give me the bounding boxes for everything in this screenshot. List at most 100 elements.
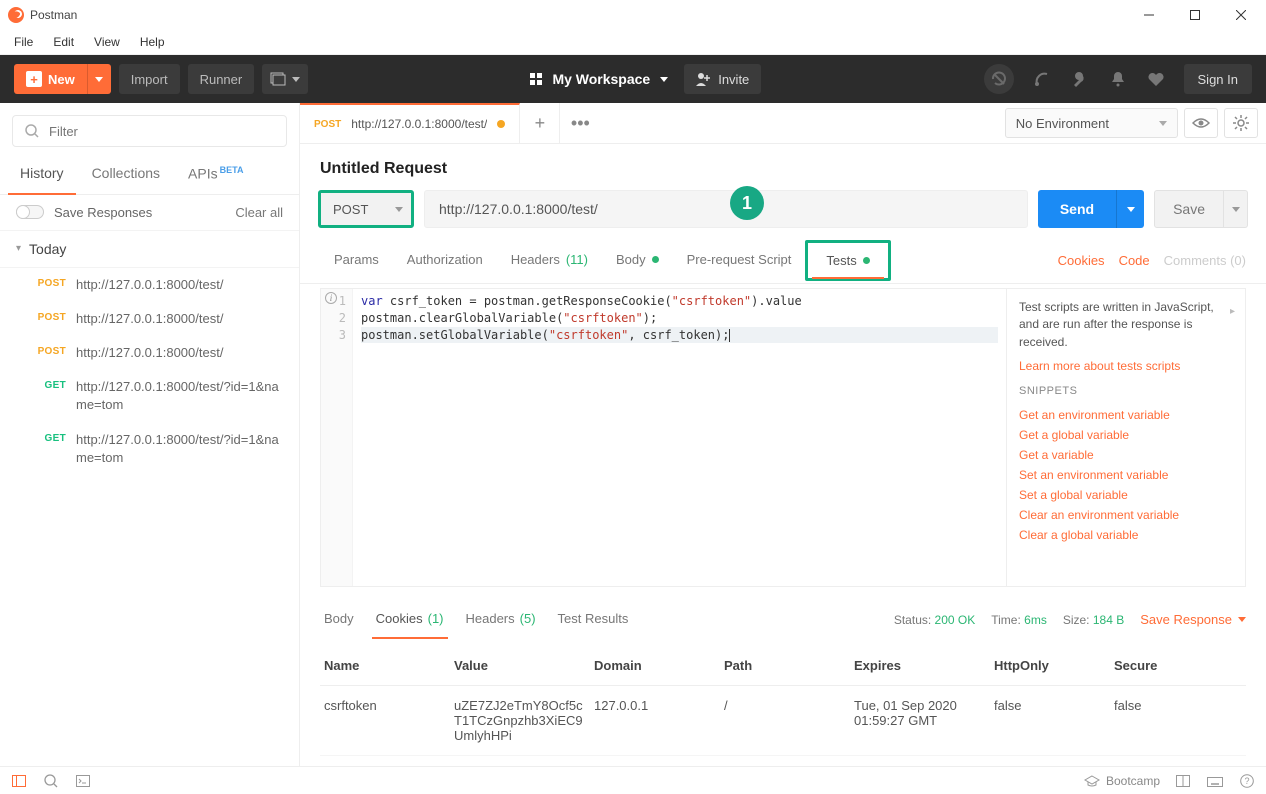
sidebar-tab-collections[interactable]: Collections — [78, 155, 174, 194]
response-tab-cookies[interactable]: Cookies(1) — [372, 601, 448, 638]
history-item-url: http://127.0.0.1:8000/test/ — [76, 276, 283, 294]
save-button[interactable]: Save — [1154, 190, 1224, 228]
code-link[interactable]: Code — [1119, 253, 1150, 268]
history-section-today[interactable]: ▾ Today — [0, 231, 299, 268]
sidebar-filter[interactable] — [12, 115, 287, 147]
history-item-method: GET — [32, 378, 66, 414]
eye-icon — [1192, 117, 1210, 129]
environment-preview-button[interactable] — [1184, 108, 1218, 138]
menu-file[interactable]: File — [6, 32, 41, 52]
tab-body[interactable]: Body — [602, 240, 673, 281]
bell-icon[interactable] — [1108, 69, 1128, 89]
bootcamp-button[interactable]: Bootcamp — [1084, 774, 1160, 788]
console-icon[interactable] — [74, 772, 92, 790]
url-input[interactable]: http://127.0.0.1:8000/test/ — [424, 190, 1028, 228]
window-maximize-button[interactable] — [1172, 0, 1218, 30]
send-button[interactable]: Send — [1038, 190, 1116, 228]
sidebar-toggle-icon[interactable] — [10, 772, 28, 790]
chevron-down-icon — [660, 77, 668, 82]
tab-pre-request-script[interactable]: Pre-request Script — [673, 240, 806, 281]
snippet-item[interactable]: Get a global variable — [1019, 425, 1233, 445]
sidebar-tab-apis[interactable]: APIsBETA — [174, 155, 257, 194]
new-button-label: New — [48, 72, 75, 87]
snippet-item[interactable]: Clear a global variable — [1019, 525, 1233, 545]
header-toolbar: + New Import Runner My Workspace Invite … — [0, 55, 1266, 103]
tab-headers[interactable]: Headers(11) — [497, 240, 602, 281]
send-button-dropdown[interactable] — [1116, 190, 1144, 228]
new-button[interactable]: + New — [14, 64, 87, 94]
menu-view[interactable]: View — [86, 32, 128, 52]
save-button-dropdown[interactable] — [1224, 190, 1248, 228]
satellite-icon[interactable] — [1032, 69, 1052, 89]
history-item-url: http://127.0.0.1:8000/test/ — [76, 310, 283, 328]
response-size: 184 B — [1093, 613, 1124, 627]
response-tab-headers[interactable]: Headers(5) — [462, 601, 540, 638]
sign-in-button[interactable]: Sign In — [1184, 64, 1252, 94]
save-responses-toggle[interactable] — [16, 205, 44, 219]
response-tab-body[interactable]: Body — [320, 601, 358, 638]
history-item-url: http://127.0.0.1:8000/test/?id=1&name=to… — [76, 431, 283, 467]
help-icon[interactable]: ? — [1238, 772, 1256, 790]
history-item[interactable]: POSThttp://127.0.0.1:8000/test/ — [0, 336, 299, 370]
workspace-selector[interactable]: My Workspace — [530, 71, 668, 87]
new-button-dropdown[interactable] — [87, 64, 111, 94]
environment-selector[interactable]: No Environment — [1005, 108, 1178, 138]
history-item[interactable]: POSThttp://127.0.0.1:8000/test/ — [0, 268, 299, 302]
snippet-item[interactable]: Get an environment variable — [1019, 405, 1233, 425]
wrench-icon[interactable] — [1070, 69, 1090, 89]
history-item[interactable]: POST http://127.0.0.1:8000/test/ — [0, 302, 299, 336]
request-title[interactable]: Untitled Request — [320, 160, 1246, 178]
runner-button[interactable]: Runner — [188, 64, 255, 94]
import-button[interactable]: Import — [119, 64, 180, 94]
svg-text:?: ? — [1244, 776, 1249, 786]
new-tab-button[interactable]: + — [520, 103, 560, 143]
window-minimize-button[interactable] — [1126, 0, 1172, 30]
save-response-button[interactable]: Save Response — [1140, 612, 1246, 627]
tests-code-editor[interactable]: i 123 var csrf_token = postman.getRespon… — [320, 288, 1006, 587]
snippet-item[interactable]: Set an environment variable — [1019, 465, 1233, 485]
history-item-method: POST — [32, 310, 66, 328]
cookie-domain: 127.0.0.1 — [594, 698, 724, 713]
new-window-button[interactable] — [262, 64, 308, 94]
tab-params[interactable]: Params — [320, 240, 393, 281]
clear-all-link[interactable]: Clear all — [235, 205, 283, 220]
window-close-button[interactable] — [1218, 0, 1264, 30]
snippet-item[interactable]: Get a variable — [1019, 445, 1233, 465]
heart-icon[interactable] — [1146, 69, 1166, 89]
tests-active-dot-icon — [863, 257, 870, 264]
chevron-right-icon[interactable]: ▸ — [1230, 305, 1235, 320]
chevron-down-icon — [1232, 207, 1240, 212]
search-icon — [25, 124, 39, 138]
tab-tests[interactable]: Tests — [805, 240, 890, 281]
request-tab[interactable]: POST http://127.0.0.1:8000/test/ — [300, 103, 520, 143]
save-responses-label: Save Responses — [54, 205, 152, 220]
chevron-down-icon — [395, 207, 403, 212]
cookies-link[interactable]: Cookies — [1058, 253, 1105, 268]
snippet-item[interactable]: Clear an environment variable — [1019, 505, 1233, 525]
two-pane-icon[interactable] — [1174, 772, 1192, 790]
history-item[interactable]: GEThttp://127.0.0.1:8000/test/?id=1&name… — [0, 423, 299, 475]
tab-authorization[interactable]: Authorization — [393, 240, 497, 281]
method-selector[interactable]: POST — [318, 190, 414, 228]
tab-options-button[interactable]: ••• — [560, 103, 600, 143]
find-icon[interactable] — [42, 772, 60, 790]
history-item-method: POST — [32, 344, 66, 362]
keyboard-shortcuts-icon[interactable] — [1206, 772, 1224, 790]
gear-icon — [1233, 115, 1249, 131]
environment-settings-button[interactable] — [1224, 108, 1258, 138]
invite-button[interactable]: Invite — [684, 64, 761, 94]
menu-help[interactable]: Help — [132, 32, 173, 52]
cookie-secure: false — [1114, 698, 1214, 713]
sidebar-tab-history[interactable]: History — [6, 155, 78, 194]
menu-edit[interactable]: Edit — [45, 32, 82, 52]
snippet-item[interactable]: Set a global variable — [1019, 485, 1233, 505]
editor-content[interactable]: var csrf_token = postman.getResponseCook… — [353, 289, 1006, 586]
sidebar: History Collections APIsBETA Save Respon… — [0, 103, 300, 766]
history-item[interactable]: GEThttp://127.0.0.1:8000/test/?id=1&name… — [0, 370, 299, 422]
response-tab-test-results[interactable]: Test Results — [554, 601, 633, 638]
comments-link[interactable]: Comments (0) — [1164, 253, 1246, 268]
learn-more-link[interactable]: Learn more about tests scripts — [1019, 359, 1233, 373]
th-expires: Expires — [854, 658, 994, 673]
filter-input[interactable] — [49, 124, 274, 139]
sync-icon[interactable] — [984, 64, 1014, 94]
